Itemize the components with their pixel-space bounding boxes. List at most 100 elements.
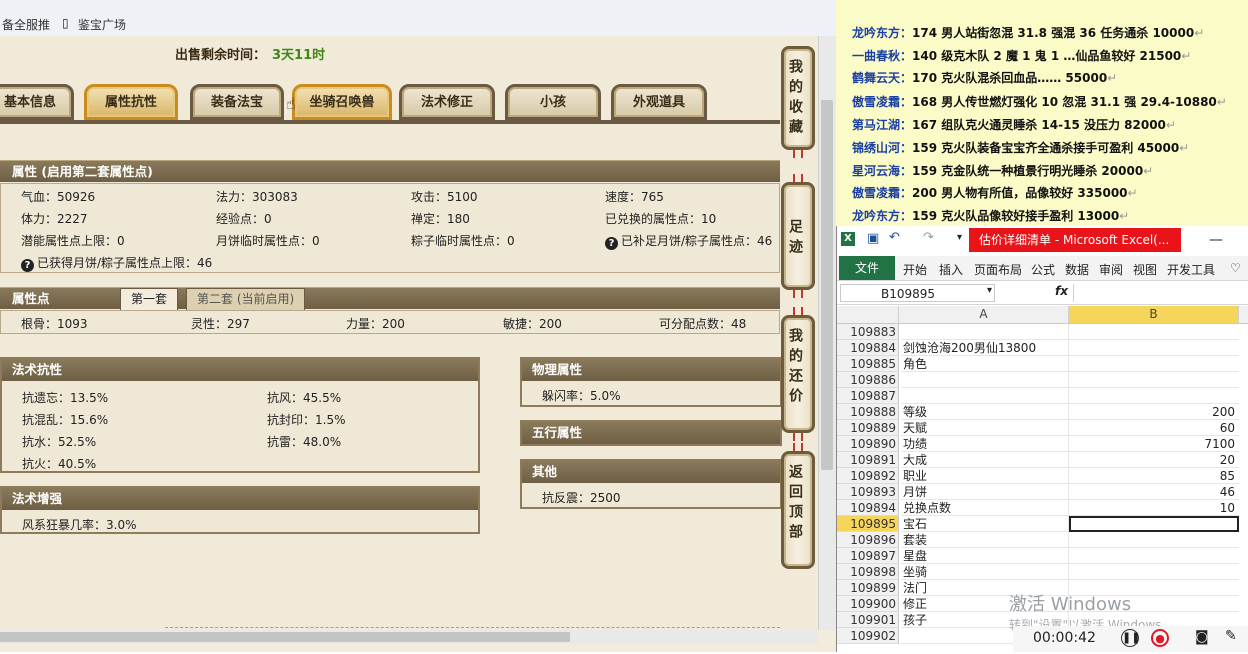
row-number[interactable]: 109883 <box>837 324 899 340</box>
tab-child[interactable]: 小孩 <box>505 84 601 120</box>
cell-a[interactable]: 星盘 <box>901 548 1069 564</box>
cell-b[interactable]: 200 <box>1069 404 1239 420</box>
cell-a[interactable]: 大成 <box>901 452 1069 468</box>
selected-cell[interactable] <box>1069 516 1239 532</box>
row-number[interactable]: 109890 <box>837 436 899 452</box>
my-bargain-button[interactable]: 我的还价 <box>781 315 815 433</box>
cell-b[interactable]: 20 <box>1069 452 1239 468</box>
row-number[interactable]: 109901 <box>837 612 899 628</box>
cell-a[interactable]: 等级 <box>901 404 1069 420</box>
fx-button[interactable]: fx <box>1055 284 1068 298</box>
vertical-scroll-thumb[interactable] <box>821 100 833 470</box>
file-tab[interactable]: 文件 <box>839 256 895 280</box>
cell-b[interactable]: 85 <box>1069 468 1239 484</box>
tab-home[interactable]: 开始 <box>903 261 927 278</box>
cell-b[interactable] <box>1069 372 1239 388</box>
tab-mounts-pets[interactable]: 坐骑召唤兽 <box>292 84 392 120</box>
cell-b[interactable] <box>1069 324 1239 340</box>
chain-link <box>793 174 803 182</box>
row-number[interactable]: 109887 <box>837 388 899 404</box>
cell-a[interactable] <box>901 324 1069 340</box>
cell-a[interactable]: 天赋 <box>901 420 1069 436</box>
cell-b[interactable] <box>1069 564 1239 580</box>
heart-icon[interactable]: ♡ <box>1230 261 1241 275</box>
row-number[interactable]: 109897 <box>837 548 899 564</box>
name-box[interactable]: B109895 <box>840 284 995 302</box>
tab-spell-mod[interactable]: 法术修正 <box>399 84 495 120</box>
row-number[interactable]: 109891 <box>837 452 899 468</box>
row-number[interactable]: 109892 <box>837 468 899 484</box>
tab-page-layout[interactable]: 页面布局 <box>974 261 1022 278</box>
stop-record-icon[interactable]: ● <box>1151 629 1169 647</box>
back-to-top-button[interactable]: 返回顶部 <box>781 451 815 569</box>
tab-view[interactable]: 视图 <box>1133 261 1157 278</box>
help-icon[interactable]: ? <box>605 237 618 250</box>
cell-a[interactable] <box>901 372 1069 388</box>
row-number[interactable]: 109900 <box>837 596 899 612</box>
row-number[interactable]: 109888 <box>837 404 899 420</box>
cell-a[interactable]: 月饼 <box>901 484 1069 500</box>
row-number[interactable]: 109898 <box>837 564 899 580</box>
cell-a[interactable] <box>901 388 1069 404</box>
cell-b[interactable]: 7100 <box>1069 436 1239 452</box>
my-favorites-button[interactable]: 我的收藏 <box>781 46 815 150</box>
row-number[interactable]: 109902 <box>837 628 899 644</box>
cell-a[interactable]: 坐骑 <box>901 564 1069 580</box>
tab-points-set-2[interactable]: 第二套 (当前启用) <box>186 288 306 310</box>
footprint-button[interactable]: 足迹 <box>781 182 815 290</box>
save-icon[interactable]: ▣ <box>867 231 879 246</box>
cell-b[interactable] <box>1069 356 1239 372</box>
pencil-icon[interactable]: ✎ <box>1225 628 1237 644</box>
cell-a[interactable]: 兑换点数 <box>901 500 1069 516</box>
minimize-icon[interactable]: — <box>1209 232 1223 248</box>
cell-a[interactable]: 职业 <box>901 468 1069 484</box>
namebox-chevron-icon[interactable]: ▾ <box>987 285 992 296</box>
cell-b[interactable] <box>1069 340 1239 356</box>
redo-icon[interactable]: ↷ <box>923 230 934 245</box>
chevron-down-icon[interactable]: ▾ <box>957 232 962 243</box>
tab-equipment[interactable]: 装备法宝 <box>190 84 284 120</box>
row-number[interactable]: 109896 <box>837 532 899 548</box>
row-number[interactable]: 109885 <box>837 356 899 372</box>
row-number[interactable]: 109894 <box>837 500 899 516</box>
cell-b[interactable]: 46 <box>1069 484 1239 500</box>
row-number[interactable]: 109886 <box>837 372 899 388</box>
cell-b[interactable] <box>1069 548 1239 564</box>
tab-points-set-1[interactable]: 第一套 <box>120 288 179 310</box>
select-all-corner[interactable] <box>837 306 899 323</box>
cell-b[interactable] <box>1069 532 1239 548</box>
bookmark-1[interactable]: 备全服推 <box>2 16 50 33</box>
pause-icon[interactable]: ❚❚ <box>1121 629 1140 647</box>
cell-a[interactable]: 宝石 <box>901 516 1069 532</box>
camera-icon[interactable]: ◙ <box>1195 629 1209 645</box>
bookmark-2[interactable]: 鉴宝广场 <box>78 16 126 33</box>
formula-input[interactable] <box>1073 284 1246 302</box>
tab-insert[interactable]: 插入 <box>939 261 963 278</box>
row-number[interactable]: 109895 <box>837 516 899 532</box>
cell-a[interactable]: 剑蚀沧海200男仙13800 <box>901 340 1069 356</box>
row-number[interactable]: 109884 <box>837 340 899 356</box>
tab-formulas[interactable]: 公式 <box>1031 261 1055 278</box>
tab-review[interactable]: 审阅 <box>1099 261 1123 278</box>
column-a-header[interactable]: A <box>899 306 1069 323</box>
cell-b[interactable]: 60 <box>1069 420 1239 436</box>
tab-appearance[interactable]: 外观道具 <box>611 84 707 120</box>
points-panel: 根骨：1093 灵性：297 力量：200 敏捷：200 可分配点数：48 <box>0 310 780 334</box>
row-number[interactable]: 109893 <box>837 484 899 500</box>
horizontal-scroll-thumb[interactable] <box>0 632 570 642</box>
cell-b[interactable]: 10 <box>1069 500 1239 516</box>
cell-b[interactable] <box>1069 388 1239 404</box>
five-elements-box[interactable]: 五行属性 <box>520 420 782 446</box>
tab-data[interactable]: 数据 <box>1065 261 1089 278</box>
undo-icon[interactable]: ↶ <box>889 230 900 245</box>
cell-a[interactable]: 功绩 <box>901 436 1069 452</box>
tab-basic-info[interactable]: 基本信息 <box>0 84 74 120</box>
tab-developer[interactable]: 开发工具 <box>1167 261 1215 278</box>
tab-attributes[interactable]: 属性抗性 <box>84 84 178 120</box>
help-icon[interactable]: ? <box>21 259 34 272</box>
cell-a[interactable]: 套装 <box>901 532 1069 548</box>
row-number[interactable]: 109899 <box>837 580 899 596</box>
cell-a[interactable]: 角色 <box>901 356 1069 372</box>
row-number[interactable]: 109889 <box>837 420 899 436</box>
column-b-header[interactable]: B <box>1069 306 1239 323</box>
